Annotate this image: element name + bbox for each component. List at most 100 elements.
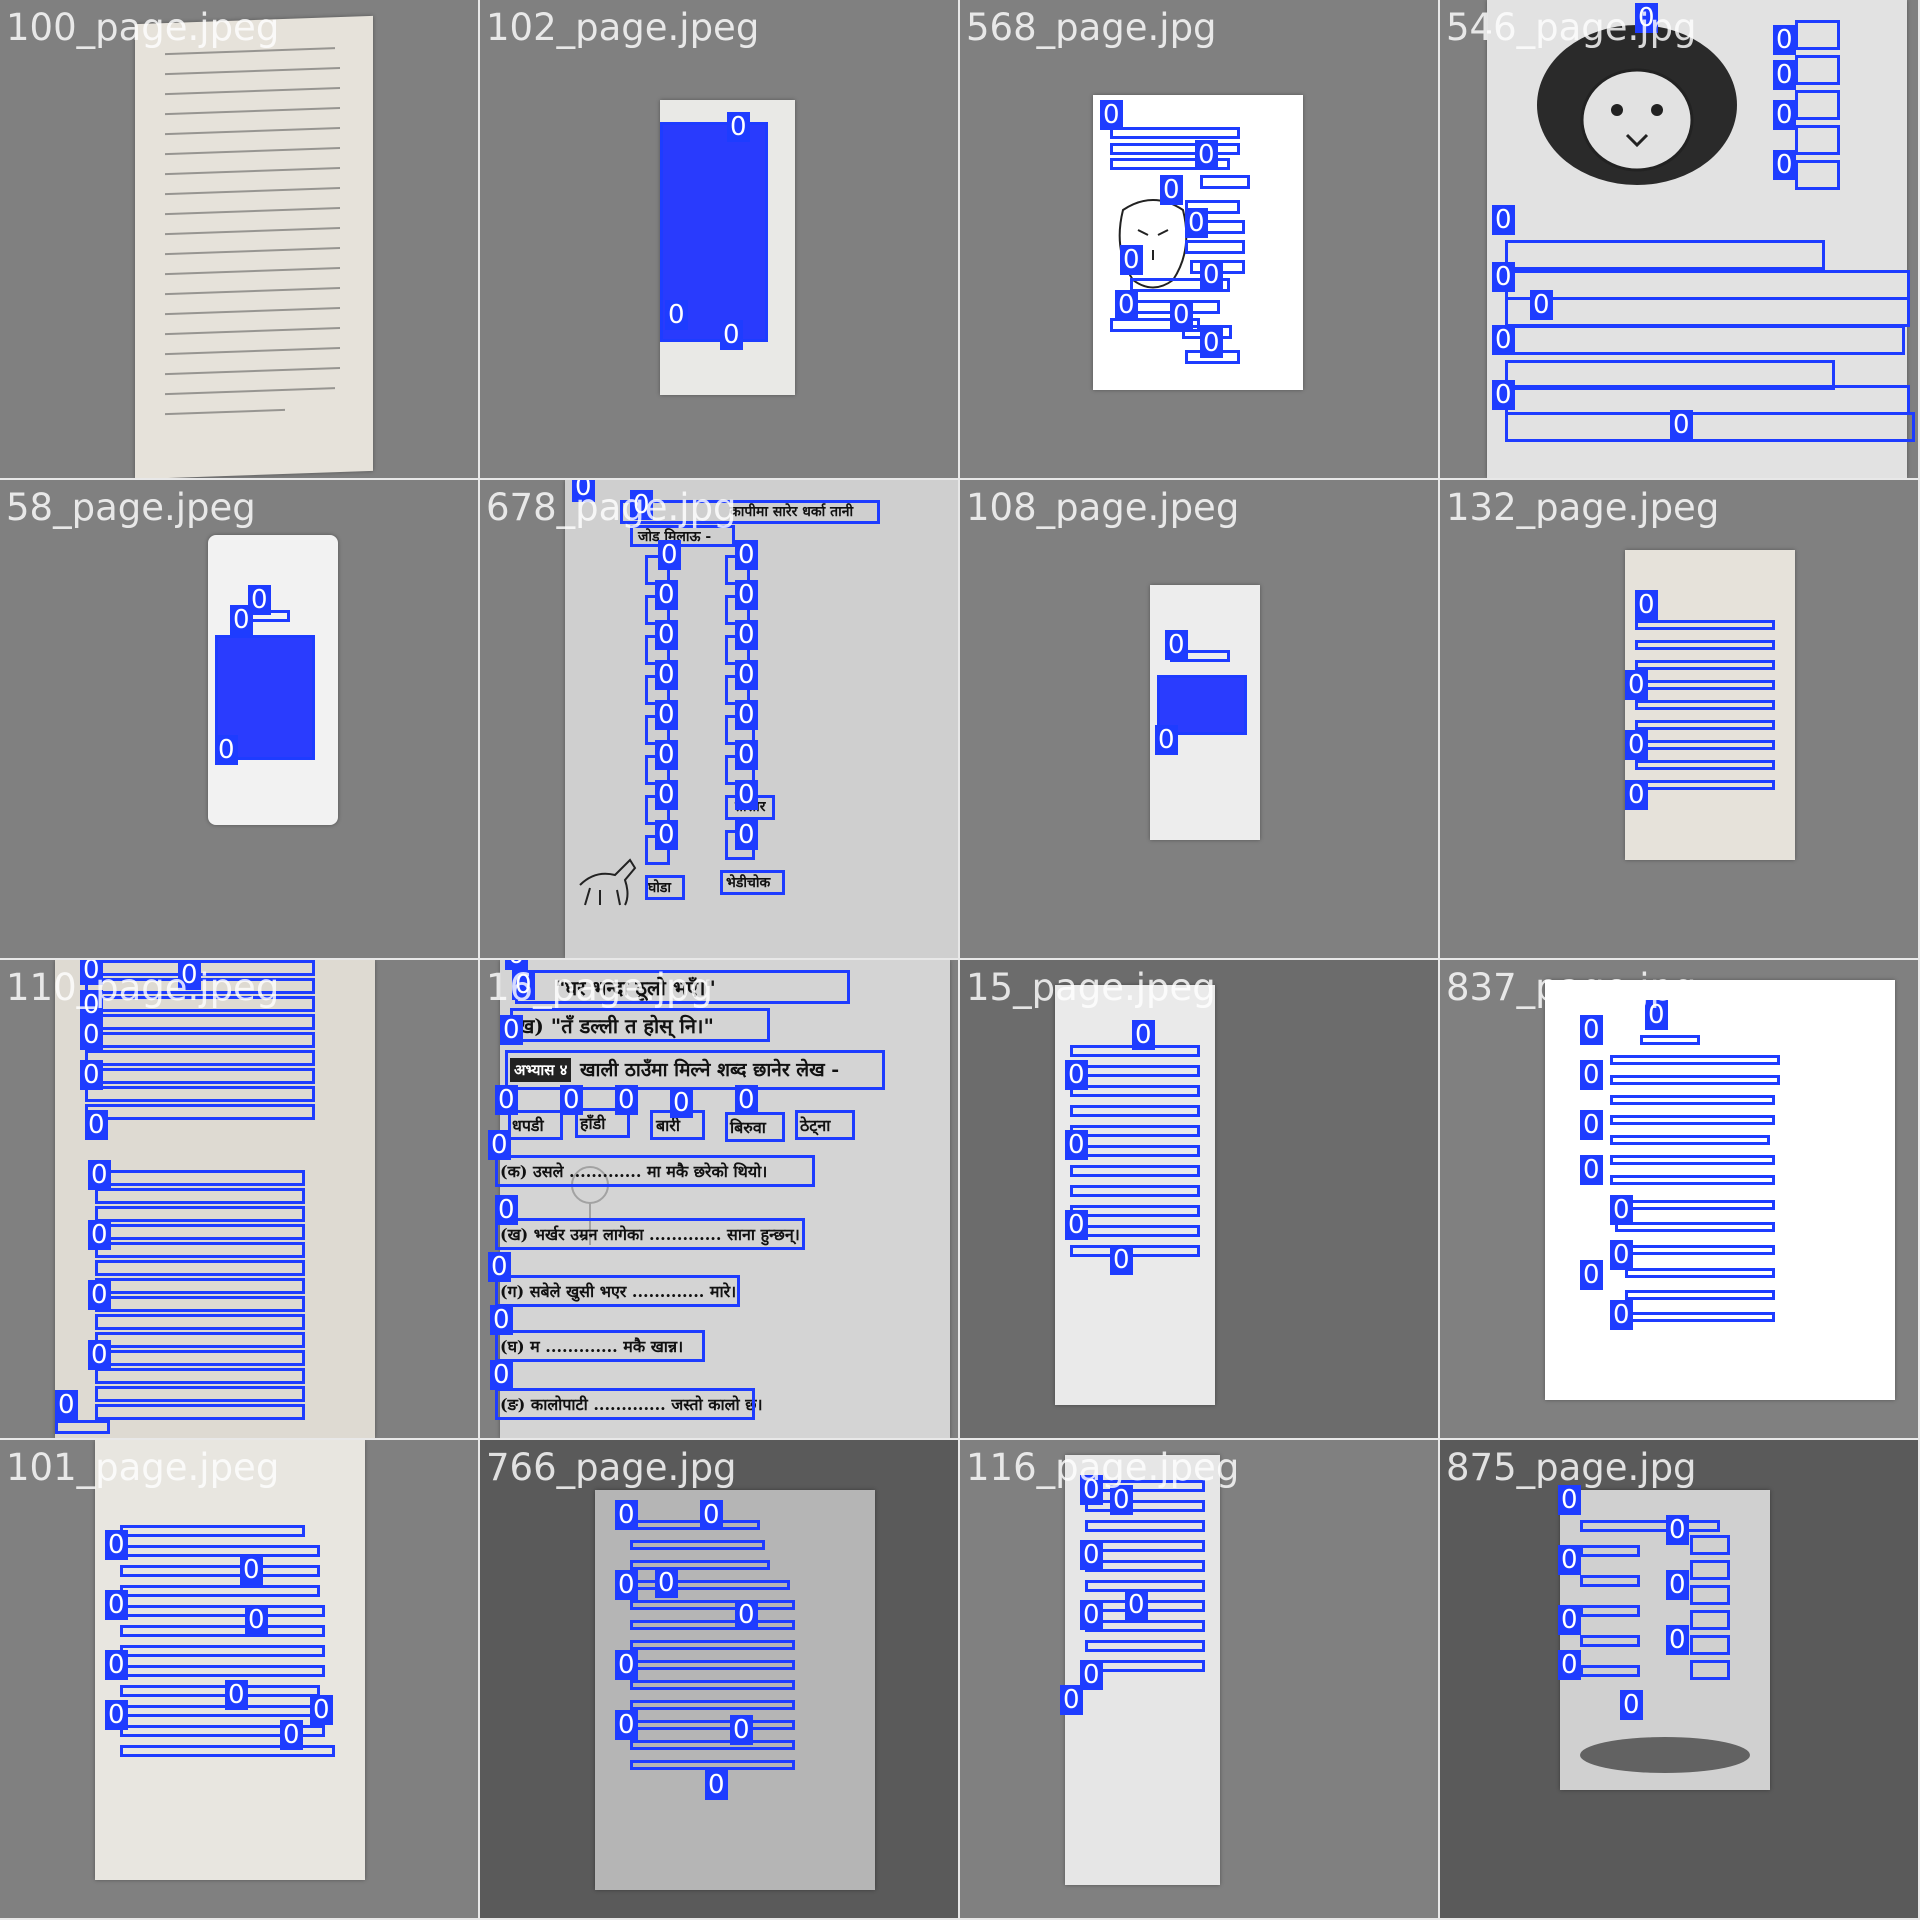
- detection-box: [1200, 175, 1250, 189]
- detection-box: [1580, 1575, 1640, 1587]
- detection-box: [1505, 385, 1910, 415]
- class-label: 0: [1580, 1260, 1603, 1290]
- detection-box: [630, 1580, 790, 1590]
- detection-box: [1795, 90, 1840, 120]
- class-label: 0: [735, 580, 758, 610]
- tile-766-page[interactable]: 766_page.jpg 0 0 0 0 0 0 0 0 0: [480, 1440, 958, 1918]
- class-label: 0: [1610, 1240, 1633, 1270]
- class-label: 0: [1580, 1060, 1603, 1090]
- class-label: 0: [1558, 1650, 1581, 1680]
- tile-16-page[interactable]: 16_page.jpg "घर भन्दा ठूलो भएँ।" ख) "तँ …: [480, 960, 958, 1438]
- class-label: 0: [735, 700, 758, 730]
- class-label: 0: [727, 112, 750, 142]
- class-label: 0: [1110, 1485, 1133, 1515]
- class-label: 0: [1160, 175, 1183, 205]
- tile-678-page[interactable]: 678_page.jpg कापीमा सारेर धर्का तानी जोड…: [480, 480, 958, 958]
- detection-box: [1795, 125, 1840, 155]
- detection-box: [1580, 1605, 1640, 1617]
- detection-box: [1085, 1660, 1205, 1672]
- detection-box: [120, 1525, 305, 1537]
- tile-102-page[interactable]: 102_page.jpeg 0 0 0: [480, 0, 958, 478]
- class-label: 0: [1666, 1570, 1689, 1600]
- tile-108-page[interactable]: 108_page.jpeg 0 0: [960, 480, 1438, 958]
- detection-box: [630, 1560, 770, 1570]
- detection-box: [85, 1014, 315, 1030]
- detection-box: [495, 1275, 740, 1307]
- detection-box: [85, 1104, 315, 1120]
- detection-box: [725, 1112, 785, 1142]
- detection-box: [95, 1224, 305, 1240]
- tile-837-page[interactable]: 837_page.jpg 0 0 0 0 0 0 0 0 0: [1440, 960, 1918, 1438]
- detection-box: [630, 1520, 760, 1530]
- class-label: 0: [88, 1160, 111, 1190]
- detection-box: [1070, 1125, 1200, 1137]
- detection-box: [1635, 660, 1775, 670]
- detection-box: [630, 1720, 795, 1730]
- class-label: 0: [1580, 1110, 1603, 1140]
- class-label: 0: [1625, 670, 1648, 700]
- detection-box: [1610, 1075, 1780, 1085]
- detection-box: [1085, 1520, 1205, 1532]
- detection-box: [1085, 1560, 1205, 1572]
- class-label: 0: [735, 660, 758, 690]
- class-label: 0: [1200, 328, 1223, 358]
- detection-box: [795, 1110, 855, 1140]
- detection-box: [1505, 240, 1825, 270]
- detection-box: [1610, 1135, 1770, 1145]
- detection-box: [1635, 780, 1775, 790]
- detection-box: [1640, 1035, 1700, 1045]
- detection-box: [1635, 700, 1775, 710]
- class-label: 0: [1620, 1690, 1643, 1720]
- tile-filename: 101_page.jpeg: [6, 1446, 280, 1489]
- class-label: 0: [1773, 25, 1796, 55]
- class-label: 0: [1773, 100, 1796, 130]
- class-label: 0: [1558, 1545, 1581, 1575]
- class-label: 0: [1610, 1195, 1633, 1225]
- tile-546-page[interactable]: 546_page.jpg 0 0 0 0 0 0 0 0 0 0 0: [1440, 0, 1918, 478]
- detection-box: [630, 1540, 765, 1550]
- detection-box: [1070, 1165, 1200, 1177]
- tile-58-page[interactable]: 58_page.jpeg 0 0 0: [0, 480, 478, 958]
- detection-box: [1505, 297, 1910, 327]
- page-image: [95, 1440, 365, 1880]
- detection-box: [1505, 270, 1910, 300]
- class-label: 0: [1635, 590, 1658, 620]
- tile-100-page[interactable]: 100_page.jpeg: [0, 0, 478, 478]
- detection-box: [1070, 1225, 1200, 1237]
- detection-box: [85, 1032, 315, 1048]
- class-label: 0: [1492, 325, 1515, 355]
- class-label: 0: [1200, 260, 1223, 290]
- tile-filename: 568_page.jpg: [966, 6, 1217, 49]
- class-label: 0: [655, 740, 678, 770]
- detection-box: [1070, 1185, 1200, 1197]
- class-label: 0: [1125, 1590, 1148, 1620]
- detection-box: [1795, 55, 1840, 85]
- detection-box: [120, 1565, 320, 1577]
- detection-box: [1690, 1660, 1730, 1680]
- detection-box: [1580, 1665, 1640, 1677]
- tile-filename: 108_page.jpeg: [966, 486, 1240, 529]
- detection-box: [495, 1388, 755, 1420]
- tile-568-page[interactable]: 568_page.jpg 0 0 0 0 0 0 0 0 0: [960, 0, 1438, 478]
- class-label: 0: [490, 1305, 513, 1335]
- class-label: 0: [225, 1680, 248, 1710]
- detection-box: [1690, 1635, 1730, 1655]
- tile-110-page[interactable]: 110_page.jpeg 0 0 0 0 0 0 0 0 0 0 0: [0, 960, 478, 1438]
- tile-875-page[interactable]: 875_page.jpg 0 0 0 0 0 0 0 0: [1440, 1440, 1918, 1918]
- image-grid: 100_page.jpeg 102_page.jpeg 0 0 0 568_pa…: [0, 0, 1920, 1920]
- tile-116-page[interactable]: 116_page.jpeg 0 0 0 0 0 0 0: [960, 1440, 1438, 1918]
- tile-filename: 102_page.jpeg: [486, 6, 760, 49]
- class-label: 0: [1080, 1600, 1103, 1630]
- detection-box: [1505, 412, 1915, 442]
- class-label: 0: [1558, 1605, 1581, 1635]
- class-label: 0: [665, 300, 688, 330]
- tile-101-page[interactable]: 101_page.jpeg 0 0 0 0 0 0 0 0 0: [0, 1440, 478, 1918]
- detection-box: [85, 1050, 315, 1066]
- detection-box: [95, 1404, 305, 1420]
- detection-box: [95, 1386, 305, 1402]
- tile-15-page[interactable]: 15_page.jpeg 0 0 0 0 0: [960, 960, 1438, 1438]
- tile-filename: 837_page.jpg: [1446, 966, 1697, 1009]
- class-label: 0: [735, 1085, 758, 1115]
- tile-132-page[interactable]: 132_page.jpeg 0 0 0 0: [1440, 480, 1918, 958]
- class-label: 0: [1670, 410, 1693, 440]
